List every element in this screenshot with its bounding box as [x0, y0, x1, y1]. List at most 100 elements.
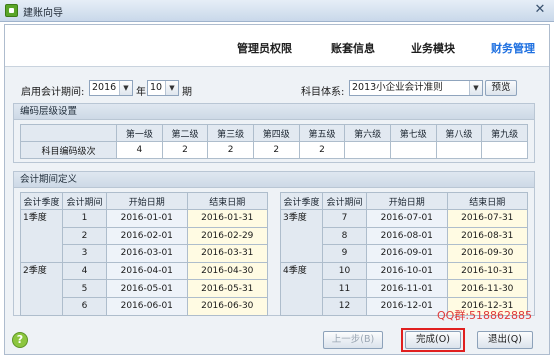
quarter-cell: 4季度 [280, 261, 323, 316]
table-header: 会计季度 [20, 192, 63, 210]
period-header-row: 会计季度 会计期间 开始日期 结束日期 [20, 192, 268, 210]
table-header: 第三级 [207, 124, 254, 142]
code-level-header-row: 第一级 第二级 第三级 第四级 第五级 第六级 第七级 第八级 第九级 [20, 124, 528, 142]
period-index: 3 [62, 244, 107, 263]
end-date[interactable]: 2016-08-31 [446, 226, 528, 246]
period-index: 1 [62, 209, 107, 228]
wizard-steps: 管理员权限 账套信息 业务模块 财务管理 [5, 25, 549, 67]
year-value: 2016 [92, 82, 117, 93]
table-row: 4季度 10 2016-10-01 2016-10-31 [280, 261, 528, 316]
settings-row: 启用会计期间: 2016 ▼ 年 10 ▼ 期 科目体系: 2013小企业会计准… [5, 80, 549, 98]
level-cell[interactable] [481, 141, 528, 159]
period-title: 会计期间定义 [14, 172, 534, 188]
step-business-modules[interactable]: 业务模块 [411, 40, 455, 56]
code-level-table: 第一级 第二级 第三级 第四级 第五级 第六级 第七级 第八级 第九级 科目编码… [20, 124, 528, 159]
period-index: 10 [322, 261, 367, 281]
prev-button[interactable]: 上一步(B) [323, 331, 383, 349]
qq-group-text: QQ群:518862885 [437, 309, 533, 322]
end-date[interactable]: 2016-03-31 [186, 244, 268, 263]
period-index: 7 [322, 209, 367, 228]
code-level-group: 编码层级设置 第一级 第二级 第三级 第四级 第五级 第六级 第七级 第八级 第… [13, 103, 535, 163]
end-date[interactable]: 2016-07-31 [446, 209, 528, 228]
title-bar: 建账向导 ✕ [0, 0, 554, 22]
end-date[interactable]: 2016-06-30 [186, 296, 268, 316]
dialog-body: 管理员权限 账套信息 业务模块 财务管理 启用会计期间: 2016 ▼ 年 10… [4, 24, 550, 355]
month-value: 10 [150, 82, 163, 93]
period-index: 4 [62, 261, 107, 281]
end-date[interactable]: 2016-09-30 [446, 244, 528, 263]
start-date[interactable]: 2016-06-01 [106, 296, 188, 316]
level-cell[interactable]: 2 [298, 141, 346, 159]
table-header: 第八级 [435, 124, 483, 142]
month-suffix: 期 [182, 87, 192, 98]
preview-button[interactable]: 预览 [485, 80, 517, 96]
start-date[interactable]: 2016-04-01 [106, 261, 188, 281]
level-cell[interactable] [435, 141, 483, 159]
table-header: 第一级 [116, 124, 163, 142]
period-index: 11 [322, 279, 367, 298]
row-label: 科目编码级次 [20, 141, 117, 159]
table-header: 第二级 [161, 124, 209, 142]
end-date[interactable]: 2016-05-31 [186, 279, 268, 298]
period-index: 6 [62, 296, 107, 316]
level-cell[interactable] [389, 141, 437, 159]
quarter-cell: 3季度 [280, 209, 323, 263]
subject-system-value: 2013小企业会计准则 [352, 82, 443, 93]
start-date[interactable]: 2016-05-01 [106, 279, 188, 298]
month-select[interactable]: 10 ▼ [147, 80, 179, 96]
quarter-cell: 2季度 [20, 261, 63, 316]
start-date[interactable]: 2016-02-01 [106, 226, 188, 246]
table-row: 2季度 4 2016-04-01 2016-04-30 [20, 261, 268, 316]
start-date[interactable]: 2016-09-01 [366, 244, 448, 263]
level-cell[interactable]: 2 [252, 141, 300, 159]
table-header: 会计期间 [322, 192, 367, 210]
code-level-row: 科目编码级次 4 2 2 2 2 [20, 141, 528, 159]
subject-system-label: 科目体系: [301, 87, 345, 98]
table-header: 结束日期 [446, 192, 528, 210]
level-cell[interactable]: 2 [207, 141, 254, 159]
start-date[interactable]: 2016-08-01 [366, 226, 448, 246]
table-header: 第九级 [481, 124, 528, 142]
table-header: 第四级 [252, 124, 300, 142]
step-finance[interactable]: 财务管理 [491, 40, 535, 56]
table-header: 第六级 [344, 124, 391, 142]
close-icon[interactable]: ✕ [532, 2, 548, 18]
table-header: 会计期间 [62, 192, 107, 210]
subject-system-select[interactable]: 2013小企业会计准则 ▼ [349, 80, 483, 96]
period-header-row: 会计季度 会计期间 开始日期 结束日期 [280, 192, 528, 210]
step-admin-rights[interactable]: 管理员权限 [237, 40, 292, 56]
table-header: 结束日期 [186, 192, 268, 210]
start-date[interactable]: 2016-10-01 [366, 261, 448, 281]
level-cell[interactable] [344, 141, 391, 159]
year-suffix: 年 [136, 87, 146, 98]
end-date[interactable]: 2016-01-31 [186, 209, 268, 228]
start-date[interactable]: 2016-03-01 [106, 244, 188, 263]
period-index: 9 [322, 244, 367, 263]
end-date[interactable]: 2016-10-31 [446, 261, 528, 281]
period-index: 12 [322, 296, 367, 316]
table-header: 开始日期 [106, 192, 188, 210]
chevron-down-icon[interactable]: ▼ [469, 81, 482, 95]
chevron-down-icon[interactable]: ▼ [165, 81, 178, 95]
end-date[interactable]: 2016-11-30 [446, 279, 528, 298]
year-select[interactable]: 2016 ▼ [89, 80, 133, 96]
period-index: 8 [322, 226, 367, 246]
start-date[interactable]: 2016-12-01 [366, 296, 448, 316]
table-header: 开始日期 [366, 192, 448, 210]
start-date[interactable]: 2016-01-01 [106, 209, 188, 228]
start-date[interactable]: 2016-11-01 [366, 279, 448, 298]
table-row: 3季度 7 2016-07-01 2016-07-31 [280, 209, 528, 263]
level-cell[interactable]: 2 [161, 141, 209, 159]
table-header: 第五级 [298, 124, 346, 142]
help-icon[interactable]: ? [12, 332, 28, 348]
level-cell[interactable]: 4 [116, 141, 163, 159]
start-date[interactable]: 2016-07-01 [366, 209, 448, 228]
finish-button[interactable]: 完成(O) [405, 331, 461, 349]
period-index: 5 [62, 279, 107, 298]
exit-button[interactable]: 退出(Q) [477, 331, 533, 349]
end-date[interactable]: 2016-02-29 [186, 226, 268, 246]
table-row: 1季度 1 2016-01-01 2016-01-31 [20, 209, 268, 263]
end-date[interactable]: 2016-04-30 [186, 261, 268, 281]
step-account-info[interactable]: 账套信息 [331, 40, 375, 56]
chevron-down-icon[interactable]: ▼ [119, 81, 132, 95]
